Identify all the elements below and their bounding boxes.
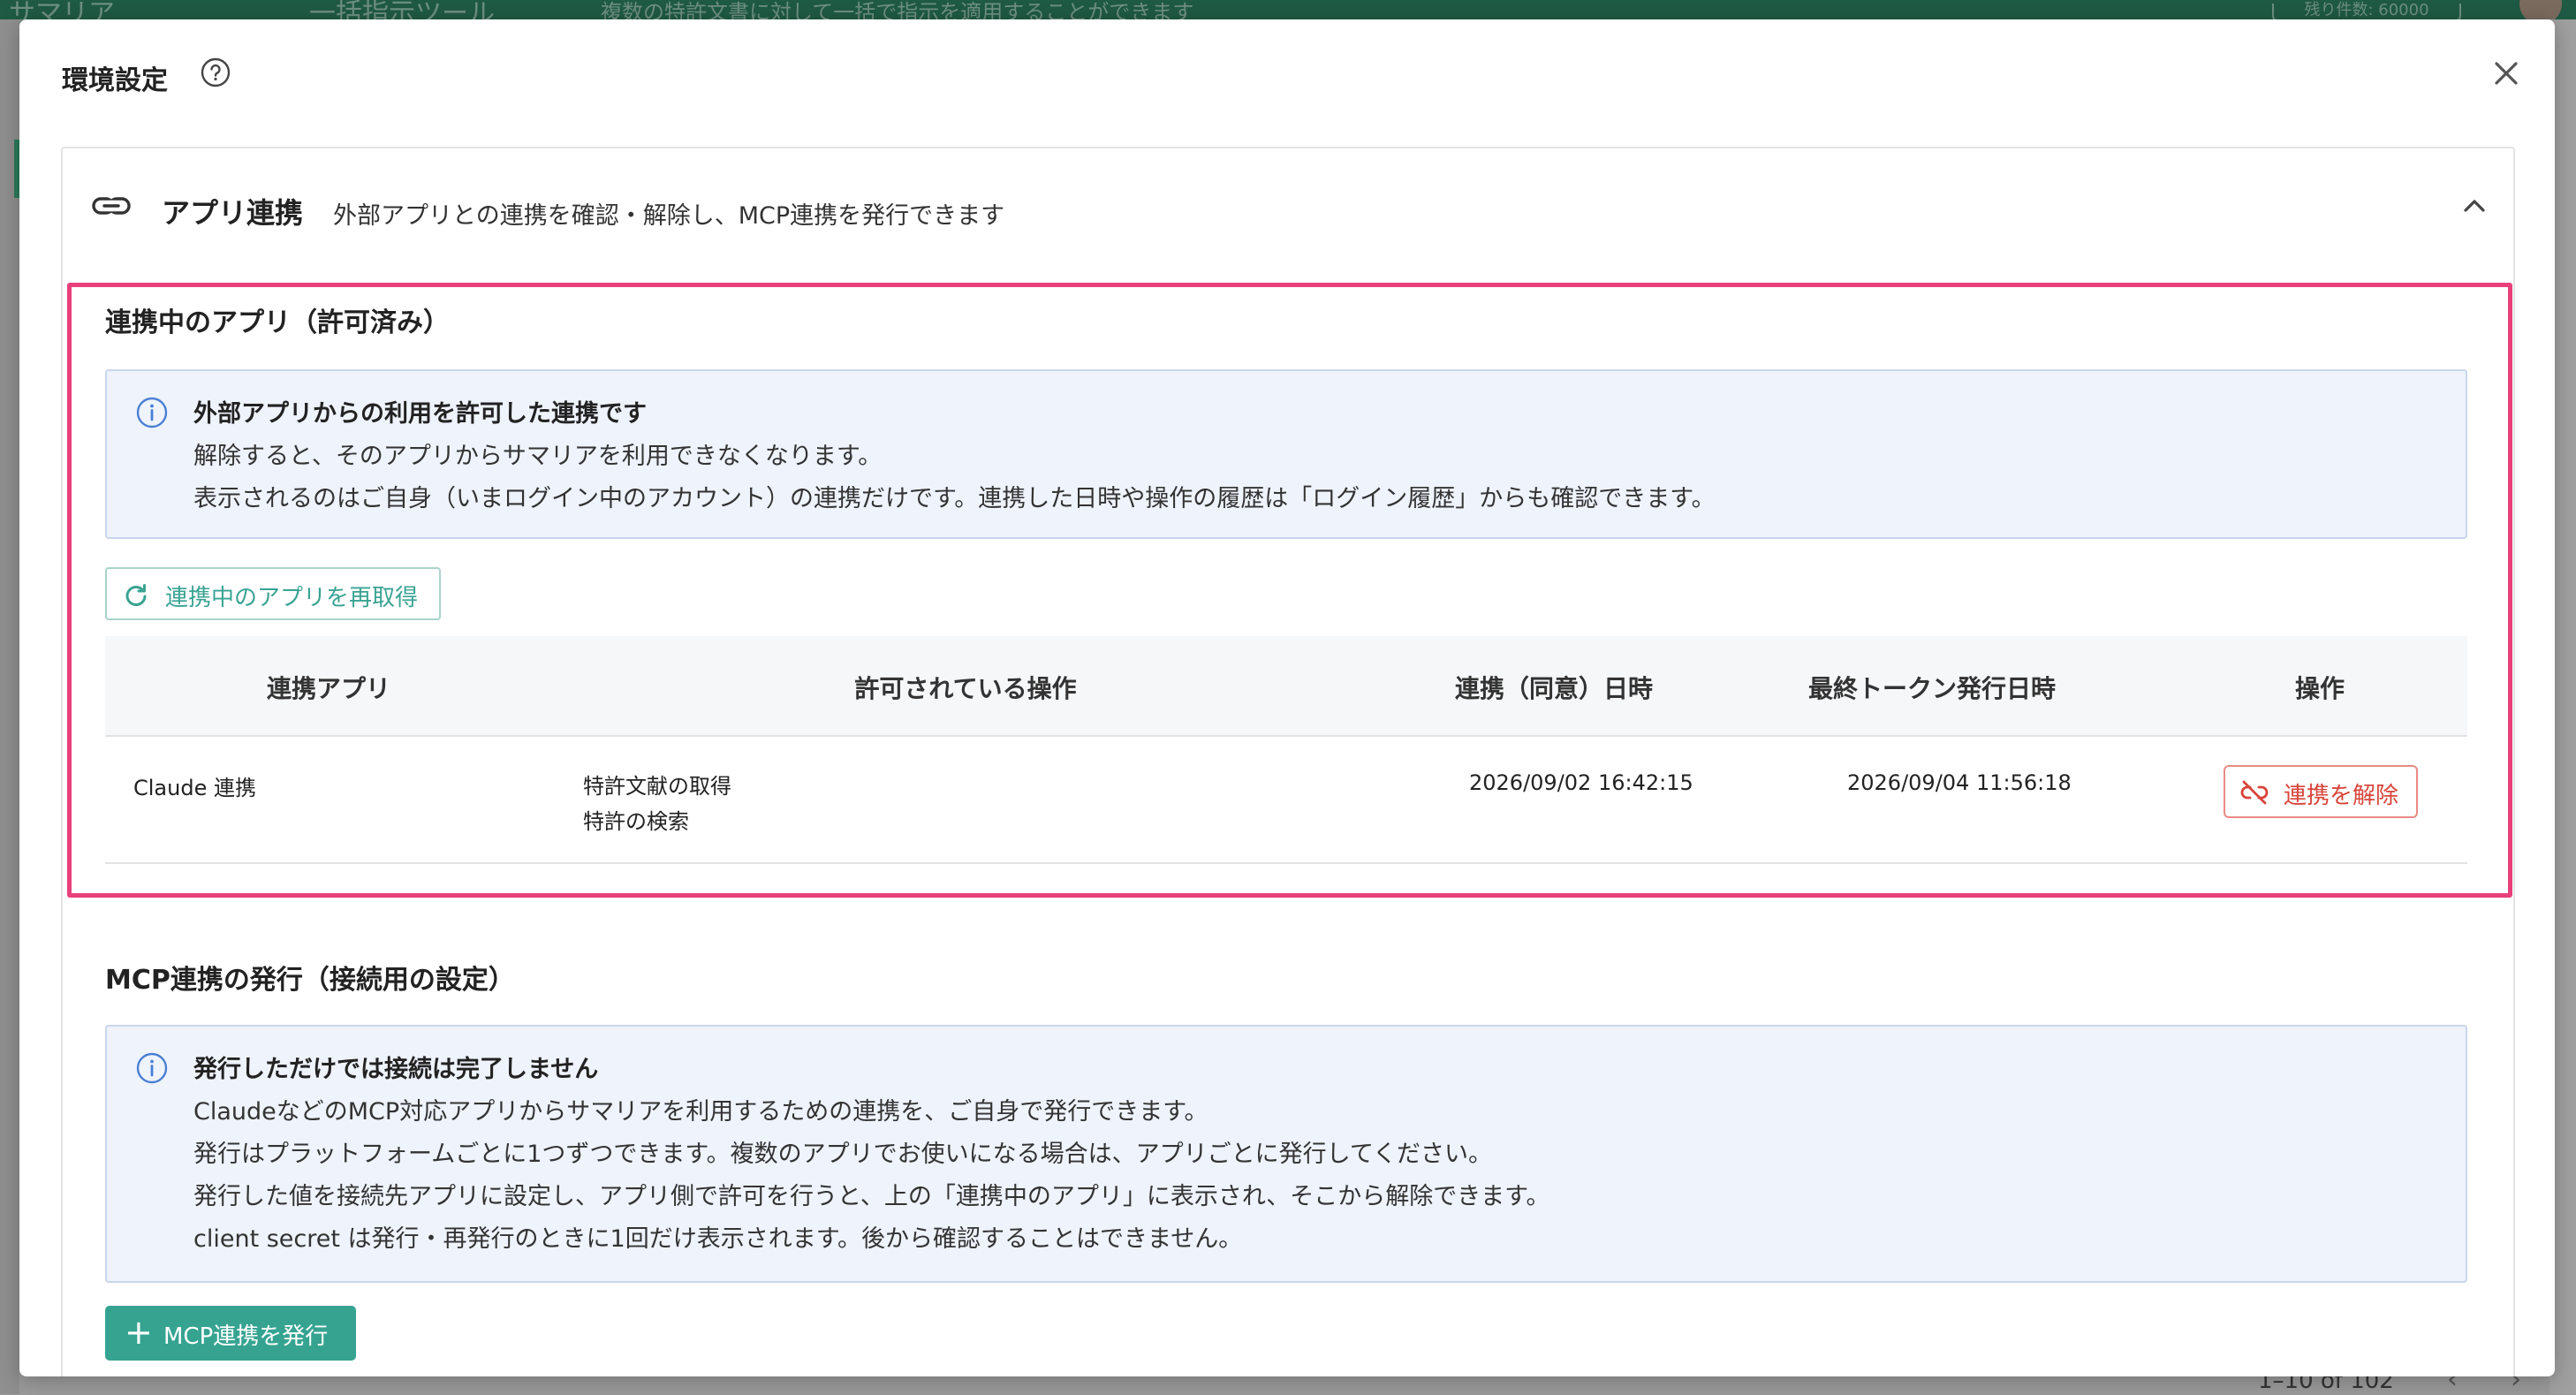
question-circle-icon[interactable] [200,57,231,88]
app-header: サマリア 一括指示ツール 複数の特許文書に対して一括で指示を適用することができま… [0,0,2576,29]
mcp-section-title: MCP連携の発行（接続用の設定） [105,965,515,996]
info-line: 発行した値を接続先アプリに設定し、アプリ側で許可を行うと、上の「連携中のアプリ」… [193,1183,1550,1210]
info-icon [136,1052,168,1084]
info-line: 発行はプラットフォームごとに1つずつできます。複数のアプリでお使いになる場合は、… [193,1141,1493,1168]
background-left-area [0,19,19,1394]
modal-title: 環境設定 [62,65,168,96]
mcp-info-box: 発行しただけでは接続は完了しません ClaudeなどのMCP対応アプリからサマリ… [105,1025,2467,1283]
link-icon [92,197,131,215]
chevron-up-icon[interactable] [2457,193,2492,219]
highlight-frame [67,283,2512,898]
issue-mcp-button[interactable]: + MCP連携を発行 [105,1306,356,1361]
info-heading: 発行しただけでは接続は完了しません [193,1056,599,1083]
close-icon[interactable] [2484,51,2528,95]
plus-icon: + [125,1313,153,1352]
info-line: ClaudeなどのMCP対応アプリからサマリアを利用するための連携を、ご自身で発… [193,1098,1208,1126]
settings-modal: 環境設定 アプリ連携 外部アプリとの連携を確認・解除し、MCP連携を発行できます… [19,19,2555,1376]
panel-description: 外部アプリとの連携を確認・解除し、MCP連携を発行できます [333,202,1005,230]
info-line: client secret は発行・再発行のときに1回だけ表示されます。後から確… [193,1225,1243,1253]
panel-title: アプリ連携 [162,196,304,230]
issue-button-label: MCP連携を発行 [163,1323,329,1350]
credit-badge: 残り件数: 60000 [2272,3,2461,21]
panel-header[interactable]: アプリ連携 外部アプリとの連携を確認・解除し、MCP連携を発行できます [63,148,2513,263]
